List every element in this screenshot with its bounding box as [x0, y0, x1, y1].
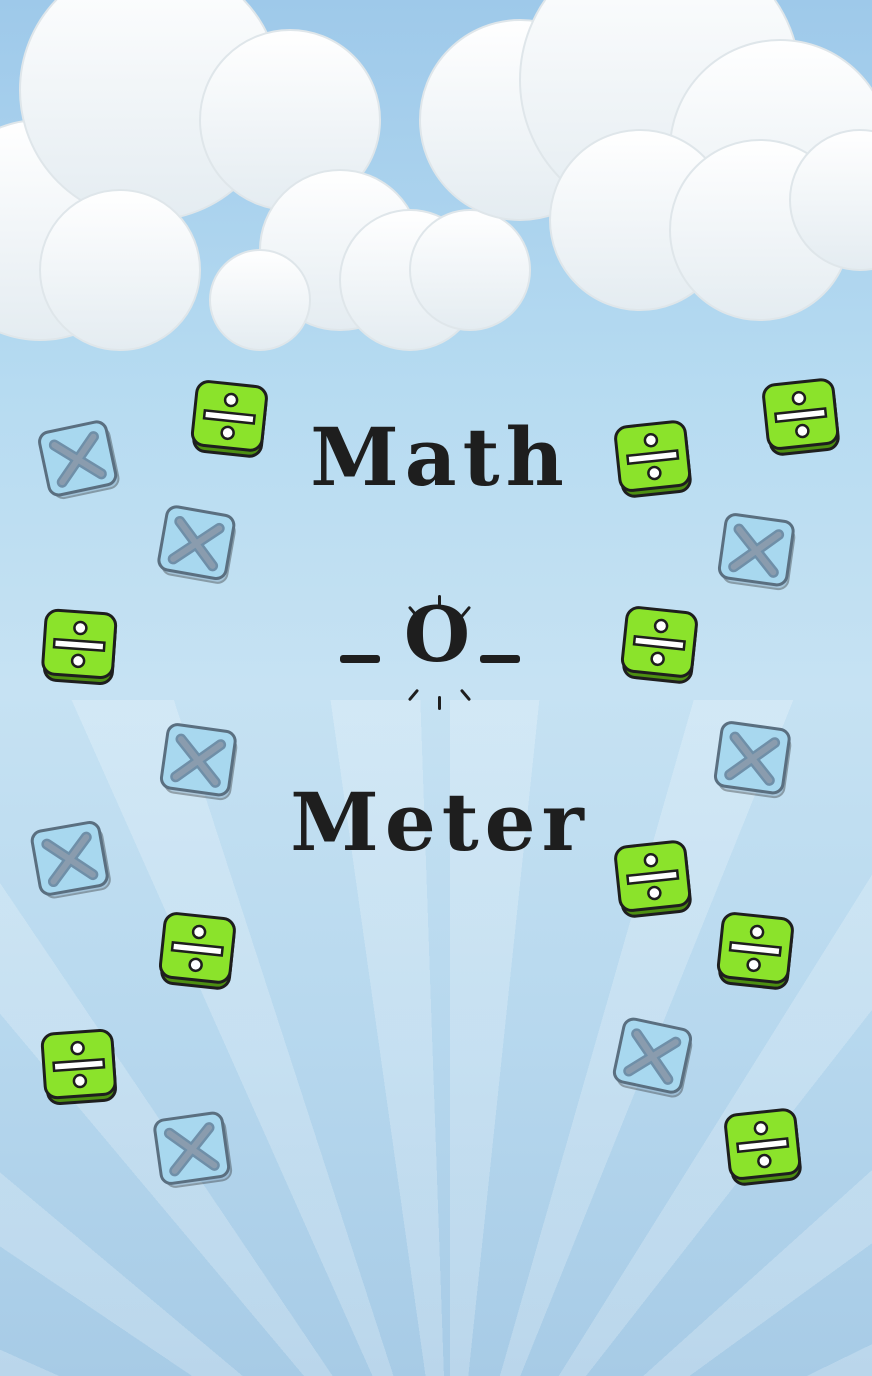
clouds	[0, 0, 872, 351]
multiply-icon	[26, 814, 119, 907]
divide-icon	[154, 908, 242, 996]
multiply-icon	[607, 1011, 702, 1106]
title-word-meter: Meter	[290, 775, 590, 869]
multiply-icon	[152, 499, 245, 592]
title-sunray	[407, 688, 420, 702]
divide-icon	[186, 376, 274, 464]
title-dash-right	[480, 655, 520, 663]
title-sunray	[459, 688, 472, 702]
title-sunray	[438, 595, 441, 609]
divide-icon	[720, 1104, 808, 1192]
title-word-math: Math	[310, 410, 570, 504]
multiply-icon	[155, 717, 245, 807]
multiply-icon	[33, 413, 128, 508]
game-title: Math O Meter	[280, 400, 600, 900]
divide-icon	[758, 374, 846, 462]
divide-icon	[712, 908, 800, 996]
multiply-icon	[713, 507, 803, 597]
multiply-icon	[149, 1105, 239, 1195]
divide-icon	[610, 836, 698, 924]
divide-icon	[610, 416, 698, 504]
multiply-icon	[709, 715, 799, 805]
divide-icon	[616, 602, 704, 690]
title-dash-left	[340, 655, 380, 663]
divide-icon	[37, 605, 122, 690]
title-sunray	[438, 696, 441, 710]
divide-icon	[37, 1025, 122, 1110]
